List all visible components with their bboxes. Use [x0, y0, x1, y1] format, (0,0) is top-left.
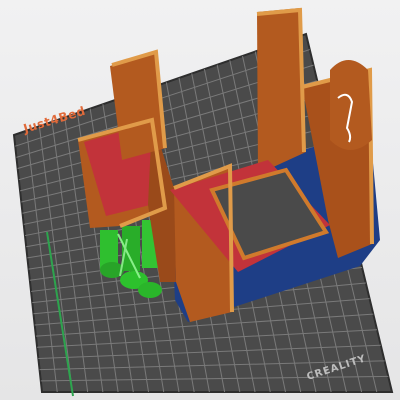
slicer-scene[interactable]: Just4Bed CREALITY	[0, 0, 400, 400]
3d-viewport[interactable]: Just4Bed CREALITY	[0, 0, 400, 400]
